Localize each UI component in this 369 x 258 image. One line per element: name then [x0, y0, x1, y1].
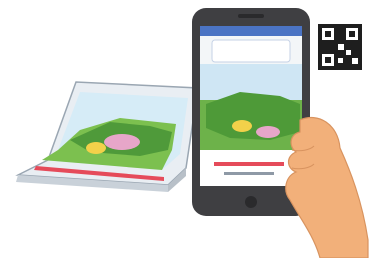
qr-code: [318, 24, 362, 70]
illustration-scene: [0, 0, 369, 258]
scene-artwork: [15, 8, 369, 258]
hand: [285, 116, 369, 258]
textbook: [15, 81, 199, 192]
